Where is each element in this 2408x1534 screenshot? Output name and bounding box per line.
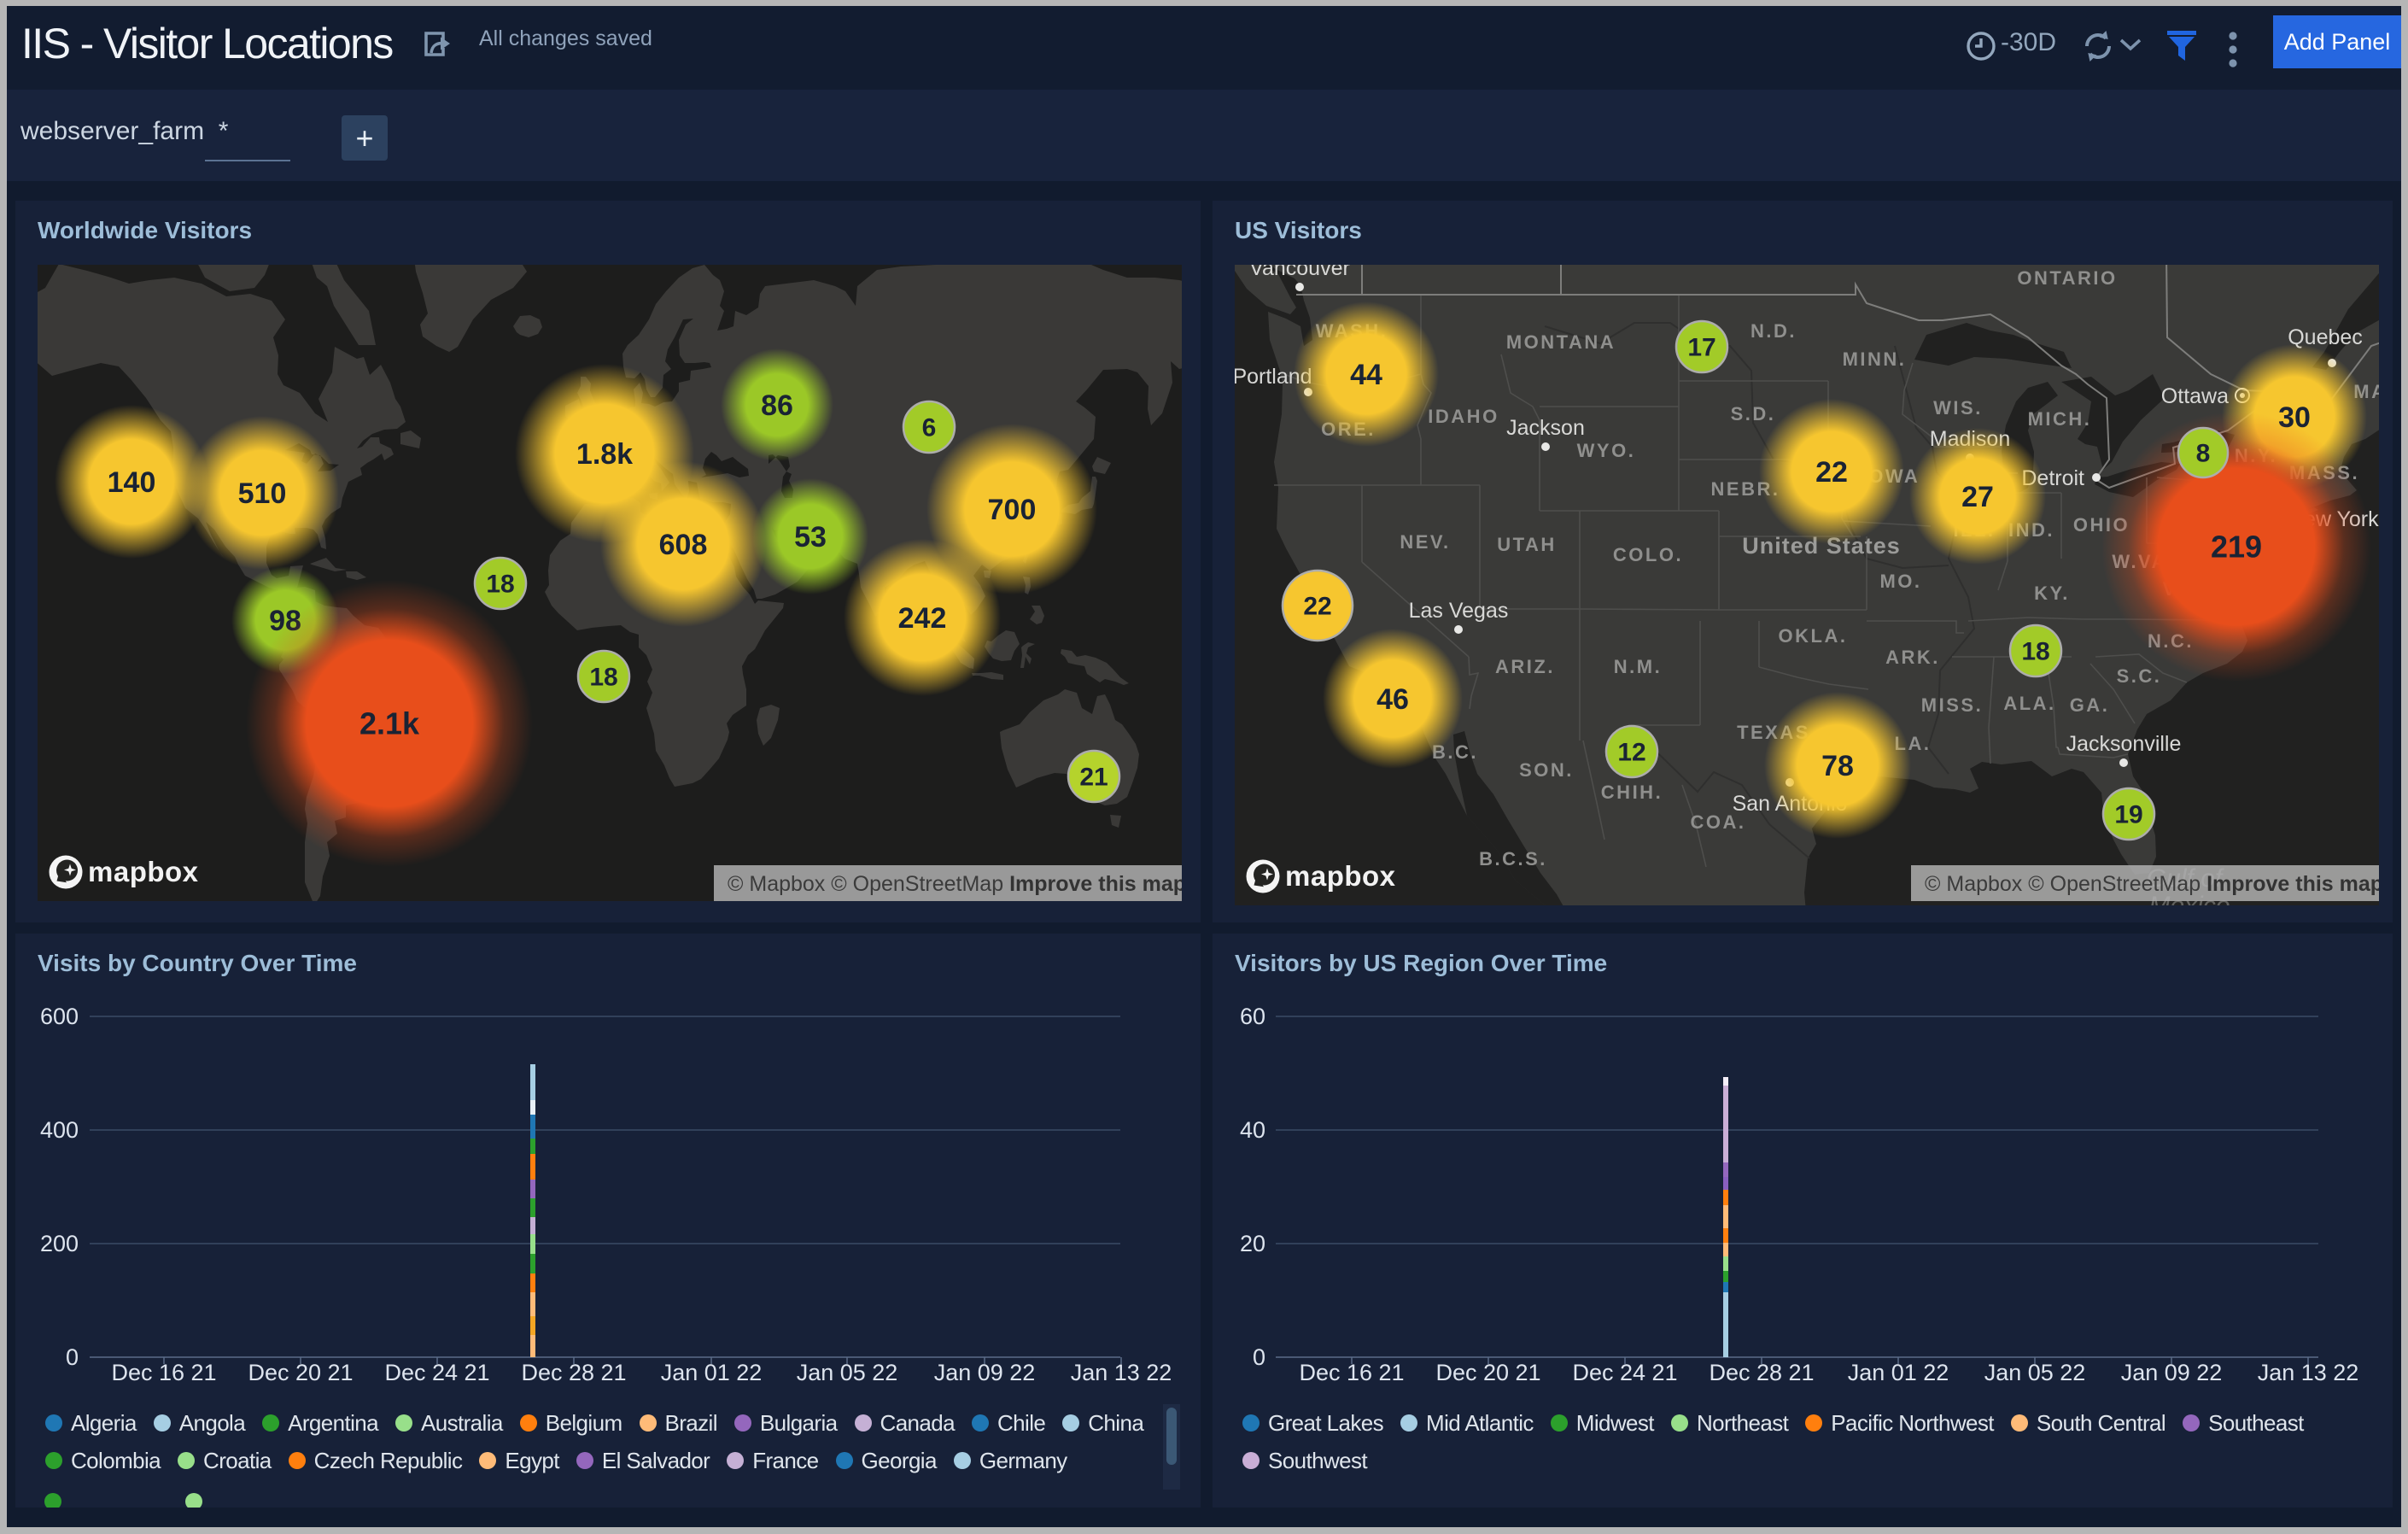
svg-text:mapbox: mapbox (1285, 860, 1396, 892)
svg-text:Dec 16 21: Dec 16 21 (111, 1360, 216, 1385)
svg-text:ONTARIO: ONTARIO (2017, 267, 2117, 289)
svg-text:20: 20 (1240, 1231, 1265, 1256)
svg-text:18: 18 (486, 571, 514, 599)
svg-text:1.8k: 1.8k (576, 438, 633, 471)
svg-text:Jan 05 22: Jan 05 22 (797, 1360, 898, 1385)
svg-text:Dec 20 21: Dec 20 21 (1435, 1360, 1540, 1385)
svg-text:27: 27 (1961, 481, 1994, 513)
svg-text:Dec 24 21: Dec 24 21 (1572, 1360, 1677, 1385)
svg-text:18: 18 (2021, 638, 2049, 666)
svg-text:Jan 01 22: Jan 01 22 (661, 1360, 763, 1385)
svg-text:Dec 28 21: Dec 28 21 (1709, 1360, 1814, 1385)
svg-text:19: 19 (2114, 801, 2142, 829)
svg-text:mapbox: mapbox (88, 856, 199, 887)
svg-text:UTAH: UTAH (1497, 534, 1556, 555)
svg-text:46: 46 (1376, 683, 1409, 716)
svg-text:Dec 28 21: Dec 28 21 (521, 1360, 626, 1385)
svg-text:242: 242 (898, 602, 947, 635)
svg-text:ALA.: ALA. (2003, 693, 2055, 714)
svg-text:Dec 16 21: Dec 16 21 (1299, 1360, 1404, 1385)
svg-text:608: 608 (659, 529, 708, 561)
svg-text:400: 400 (40, 1117, 79, 1143)
svg-text:8: 8 (2196, 440, 2211, 468)
svg-text:Jan 09 22: Jan 09 22 (934, 1360, 1036, 1385)
svg-text:ARIZ.: ARIZ. (1495, 656, 1555, 677)
svg-text:COLO.: COLO. (1613, 544, 1683, 565)
svg-text:60: 60 (1240, 1004, 1265, 1029)
svg-text:40: 40 (1240, 1117, 1265, 1143)
svg-text:N.M.: N.M. (1614, 656, 1662, 677)
svg-text:12: 12 (1617, 739, 1645, 767)
svg-text:44: 44 (1350, 359, 1382, 391)
svg-text:Jackson: Jackson (1506, 416, 1585, 440)
svg-text:WIS.: WIS. (1933, 397, 1983, 419)
svg-text:Dec 24 21: Dec 24 21 (384, 1360, 489, 1385)
svg-text:OKLA.: OKLA. (1779, 625, 1848, 647)
svg-text:MICH.: MICH. (2028, 408, 2092, 430)
svg-text:Jan 13 22: Jan 13 22 (2258, 1360, 2359, 1385)
svg-text:© Mapbox © OpenStreetMap Impro: © Mapbox © OpenStreetMap Improve this ma… (728, 872, 1182, 896)
svg-text:B.C.S.: B.C.S. (1479, 848, 1547, 869)
svg-text:Jacksonville: Jacksonville (2066, 732, 2182, 756)
svg-text:22: 22 (1815, 456, 1848, 489)
svg-text:NEV.: NEV. (1400, 531, 1450, 553)
svg-text:WYO.: WYO. (1577, 440, 1636, 461)
svg-text:0: 0 (66, 1344, 79, 1370)
svg-text:Jan 09 22: Jan 09 22 (2121, 1360, 2223, 1385)
svg-text:6: 6 (922, 414, 937, 442)
svg-text:S.C.: S.C. (2117, 665, 2162, 687)
svg-text:18: 18 (589, 664, 617, 692)
svg-text:17: 17 (1687, 334, 1715, 362)
svg-text:22: 22 (1303, 593, 1331, 621)
svg-text:0: 0 (1253, 1344, 1265, 1370)
svg-text:IDAHO: IDAHO (1428, 406, 1499, 427)
svg-text:510: 510 (238, 477, 287, 510)
svg-text:140: 140 (108, 466, 156, 499)
svg-text:2.1k: 2.1k (359, 706, 420, 741)
svg-text:SON.: SON. (1519, 759, 1574, 781)
svg-text:KY.: KY. (2034, 583, 2070, 604)
svg-text:53: 53 (794, 521, 827, 553)
svg-text:600: 600 (40, 1004, 79, 1029)
svg-text:Vancouver: Vancouver (1249, 265, 1350, 280)
svg-text:MONTANA: MONTANA (1506, 331, 1616, 353)
svg-text:© Mapbox © OpenStreetMap Impro: © Mapbox © OpenStreetMap Improve this ma… (1925, 872, 2379, 896)
svg-text:Jan 01 22: Jan 01 22 (1848, 1360, 1949, 1385)
svg-text:MISS.: MISS. (1921, 694, 1983, 716)
svg-text:GA.: GA. (2070, 694, 2110, 716)
svg-text:Jan 13 22: Jan 13 22 (1071, 1360, 1172, 1385)
svg-text:N.D.: N.D. (1750, 320, 1797, 342)
svg-text:Ottawa: Ottawa (2161, 384, 2229, 408)
svg-text:78: 78 (1821, 750, 1854, 782)
svg-text:Jan 05 22: Jan 05 22 (1984, 1360, 2086, 1385)
svg-text:MINN.: MINN. (1843, 348, 1907, 370)
svg-text:Las Vegas: Las Vegas (1409, 599, 1509, 623)
svg-text:MO.: MO. (1879, 571, 1921, 592)
svg-text:CHIH.: CHIH. (1601, 782, 1663, 803)
svg-text:S.D.: S.D. (1731, 403, 1776, 424)
svg-text:200: 200 (40, 1231, 79, 1256)
svg-text:219: 219 (2211, 530, 2262, 565)
svg-text:Dec 20 21: Dec 20 21 (248, 1360, 353, 1385)
svg-text:86: 86 (761, 389, 793, 422)
svg-text:21: 21 (1079, 764, 1108, 792)
svg-text:ARK.: ARK. (1885, 647, 1940, 668)
svg-text:700: 700 (988, 494, 1037, 526)
